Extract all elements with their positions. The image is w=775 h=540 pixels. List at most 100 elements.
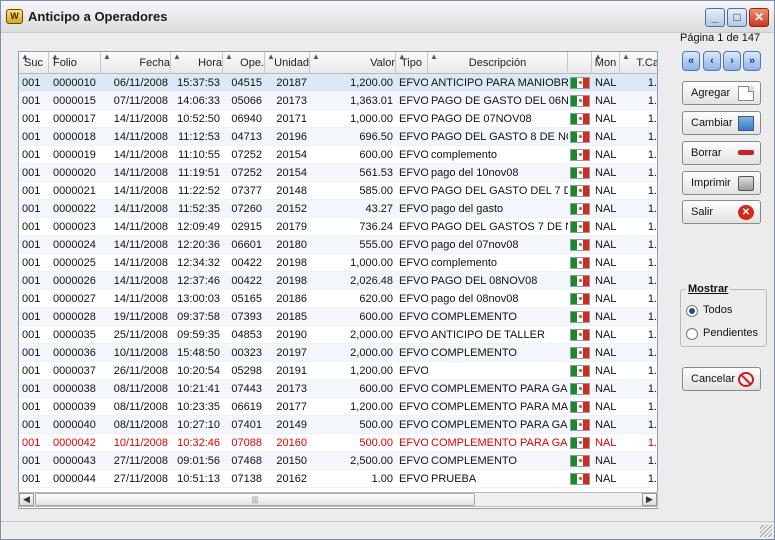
last-page-button[interactable]: » bbox=[743, 51, 761, 71]
first-page-button[interactable]: « bbox=[682, 51, 700, 71]
table-row[interactable]: 001 0000021 14/11/2008 11:22:52 07377 20148 58… bbox=[19, 182, 657, 200]
table-row[interactable]: 001 0000039 08/11/2008 10:23:35 06619 20177 1,… bbox=[19, 398, 657, 416]
imprimir-label: Imprimir bbox=[691, 177, 731, 189]
cell-hora: 11:52:35 bbox=[177, 203, 220, 215]
column-header-flag[interactable] bbox=[568, 52, 592, 74]
prev-page-button[interactable]: ‹ bbox=[703, 51, 721, 71]
salir-button[interactable]: Salir ✕ bbox=[682, 200, 761, 224]
column-header-label: Fecha bbox=[139, 57, 170, 69]
cancelar-button[interactable]: Cancelar bbox=[682, 367, 761, 391]
cell-folio: 0000035 bbox=[53, 329, 96, 341]
table-row[interactable]: 001 0000027 14/11/2008 13:00:03 05165 20186 62… bbox=[19, 290, 657, 308]
scroll-left-arrow[interactable]: ◀ bbox=[19, 493, 34, 506]
cambiar-button[interactable]: Cambiar bbox=[682, 111, 761, 135]
cell-unidad: 20149 bbox=[276, 419, 307, 431]
cell-valor: 1,000.00 bbox=[350, 257, 393, 269]
borrar-button[interactable]: Borrar bbox=[682, 141, 761, 165]
close-button[interactable]: ✕ bbox=[749, 8, 769, 27]
horizontal-scrollbar[interactable]: ◀ ||| ▶ bbox=[18, 492, 658, 507]
cell-desc: COMPLEMENTO PARA GASTO bbox=[431, 383, 568, 395]
cell-ope: 06601 bbox=[231, 239, 262, 251]
table-row[interactable]: 001 0000022 14/11/2008 11:52:35 07260 20152 43… bbox=[19, 200, 657, 218]
cell-suc: 001 bbox=[22, 347, 41, 359]
table-row[interactable]: 001 0000015 07/11/2008 14:06:33 05066 20173 1,… bbox=[19, 92, 657, 110]
cell-valor: 500.00 bbox=[359, 437, 393, 449]
mexico-flag-icon bbox=[570, 383, 590, 395]
table-row[interactable]: 001 0000018 14/11/2008 11:12:53 04713 20196 69… bbox=[19, 128, 657, 146]
cell-desc: COMPLEMENTO bbox=[431, 347, 517, 359]
column-header[interactable]: ▲ Suc bbox=[19, 52, 49, 74]
todos-label[interactable]: Todos bbox=[703, 304, 732, 316]
cell-folio: 0000017 bbox=[53, 113, 96, 125]
table-row[interactable]: 001 0000017 14/11/2008 10:52:50 06940 20171 1,… bbox=[19, 110, 657, 128]
cell-unidad: 20162 bbox=[276, 473, 307, 485]
column-header[interactable]: ▲ Descripción bbox=[428, 52, 568, 74]
table-row[interactable]: 001 0000019 14/11/2008 11:10:55 07252 20154 60… bbox=[19, 146, 657, 164]
column-header[interactable]: ▲ T.Ca bbox=[620, 52, 657, 74]
cell-mon: NAL bbox=[595, 473, 617, 485]
table-row[interactable]: 001 0000025 14/11/2008 12:34:32 00422 20198 1,… bbox=[19, 254, 657, 272]
column-header[interactable]: ▲ Ope. bbox=[223, 52, 265, 74]
table-row[interactable]: 001 0000036 10/11/2008 15:48:50 00323 20197 2,… bbox=[19, 344, 657, 362]
cell-suc: 001 bbox=[22, 275, 41, 287]
cell-desc: COMPLEMENTO PARA GASTO bbox=[431, 419, 568, 431]
column-header[interactable]: ▲ Mon bbox=[592, 52, 620, 74]
table-row[interactable]: 001 0000037 26/11/2008 10:20:54 05298 20191 1,… bbox=[19, 362, 657, 380]
horizontal-scroll-thumb[interactable]: ||| bbox=[35, 493, 475, 506]
table-row[interactable]: 001 0000044 27/11/2008 10:51:13 07138 20162 1.… bbox=[19, 470, 657, 488]
cell-mon: NAL bbox=[595, 203, 617, 215]
cell-fecha: 25/11/2008 bbox=[113, 329, 168, 341]
column-header[interactable]: ▲ Fecha bbox=[101, 52, 171, 74]
pendientes-label[interactable]: Pendientes bbox=[703, 327, 758, 339]
table-row[interactable]: 001 0000038 08/11/2008 10:21:41 07443 20173 60… bbox=[19, 380, 657, 398]
cell-unidad: 20186 bbox=[276, 293, 307, 305]
sort-indicator-icon: ▲ bbox=[398, 52, 406, 61]
table-row[interactable]: 001 0000035 25/11/2008 09:59:35 04853 20190 2,… bbox=[19, 326, 657, 344]
next-page-button[interactable]: › bbox=[723, 51, 741, 71]
mexico-flag-icon bbox=[570, 293, 590, 305]
cell-ope: 02915 bbox=[231, 221, 262, 233]
table-row[interactable]: 001 0000028 19/11/2008 09:37:58 07393 20185 60… bbox=[19, 308, 657, 326]
cell-unidad: 20150 bbox=[276, 455, 307, 467]
column-header[interactable]: ▲ Hora bbox=[171, 52, 223, 74]
imprimir-button[interactable]: Imprimir bbox=[682, 171, 761, 195]
cell-ope: 00323 bbox=[231, 347, 262, 359]
column-header[interactable]: ▲ Valor bbox=[310, 52, 396, 74]
data-grid[interactable]: ▲ Suc ▲ Folio ▲ Fecha ▲ Hora ▲ Ope. ▲ Unidad ▲ Valor ▲… bbox=[18, 51, 658, 509]
cell-tipo: EFVO bbox=[399, 437, 428, 449]
scroll-right-arrow[interactable]: ▶ bbox=[642, 493, 657, 506]
table-row[interactable]: 001 0000040 08/11/2008 10:27:10 07401 20149 50… bbox=[19, 416, 657, 434]
cell-desc: PAGO DE 07NOV08 bbox=[431, 113, 532, 125]
sort-indicator-icon: ▲ bbox=[622, 52, 630, 61]
cell-desc: pago del 08nov08 bbox=[431, 293, 519, 305]
resize-grip-icon[interactable] bbox=[760, 525, 772, 537]
flag-cell bbox=[568, 218, 592, 235]
flag-cell bbox=[568, 380, 592, 397]
table-row[interactable]: 001 0000026 14/11/2008 12:37:46 00422 20198 2,… bbox=[19, 272, 657, 290]
table-row[interactable]: 001 0000042 10/11/2008 10:32:46 07088 20160 50… bbox=[19, 434, 657, 452]
cell-mon: NAL bbox=[595, 275, 617, 287]
column-header[interactable]: ▲ Folio bbox=[49, 52, 101, 74]
maximize-button[interactable]: □ bbox=[727, 8, 747, 27]
table-row[interactable]: 001 0000010 06/11/2008 15:37:53 04515 20187 1,… bbox=[19, 74, 657, 92]
cell-suc: 001 bbox=[22, 95, 41, 107]
table-row[interactable]: 001 0000024 14/11/2008 12:20:36 06601 20180 55… bbox=[19, 236, 657, 254]
cell-ope: 07088 bbox=[231, 437, 262, 449]
table-row[interactable]: 001 0000023 14/11/2008 12:09:49 02915 20179 73… bbox=[19, 218, 657, 236]
cell-fecha: 14/11/2008 bbox=[113, 203, 168, 215]
agregar-button[interactable]: Agregar bbox=[682, 81, 761, 105]
cell-valor: 43.27 bbox=[365, 203, 393, 215]
cell-fecha: 26/11/2008 bbox=[113, 365, 168, 377]
column-header[interactable]: ▲ Unidad bbox=[265, 52, 310, 74]
cell-ope: 04713 bbox=[231, 131, 262, 143]
table-row[interactable]: 001 0000020 14/11/2008 11:19:51 07252 20154 56… bbox=[19, 164, 657, 182]
column-header[interactable]: ▲ Tipo bbox=[396, 52, 428, 74]
table-row[interactable]: 001 0000043 27/11/2008 09:01:56 07468 20150 2,… bbox=[19, 452, 657, 470]
pendientes-radio[interactable] bbox=[686, 328, 698, 340]
cell-fecha: 27/11/2008 bbox=[113, 473, 168, 485]
cell-unidad: 20154 bbox=[276, 149, 307, 161]
minimize-button[interactable]: _ bbox=[705, 8, 725, 27]
cell-hora: 10:52:50 bbox=[177, 113, 220, 125]
todos-radio[interactable] bbox=[686, 305, 698, 317]
cell-fecha: 10/11/2008 bbox=[113, 347, 168, 359]
